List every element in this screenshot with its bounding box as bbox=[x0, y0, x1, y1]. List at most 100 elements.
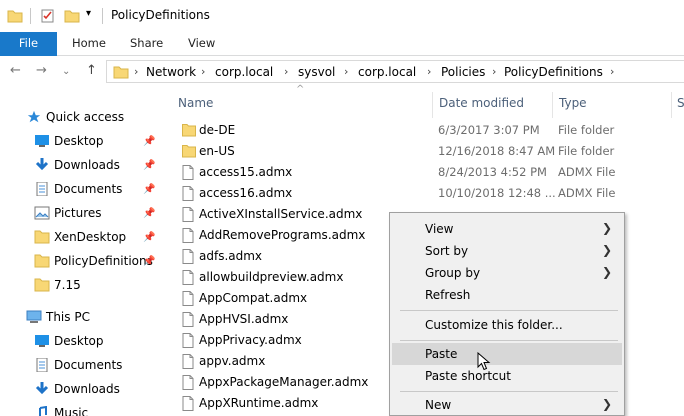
column-divider[interactable] bbox=[432, 92, 433, 118]
breadcrumb-sysvol[interactable]: sysvol bbox=[298, 65, 335, 79]
pin-icon[interactable]: 📌 bbox=[143, 136, 155, 147]
breadcrumb-corp-local-2[interactable]: corp.local bbox=[358, 65, 416, 79]
breadcrumb-chevron-icon[interactable]: › bbox=[344, 65, 348, 78]
column-header-size[interactable]: S bbox=[677, 92, 684, 114]
customize-toolbar-chevron-icon[interactable]: ▾ bbox=[86, 8, 91, 19]
up-arrow-icon[interactable]: ↑ bbox=[86, 63, 97, 78]
submenu-arrow-icon: ❯ bbox=[601, 243, 612, 257]
mouse-pointer-icon bbox=[477, 352, 491, 371]
file-date-modified: 6/3/2017 3:07 PM bbox=[438, 123, 540, 137]
navigation-pane: Quick access Desktop 📌 Downloads 📌 Docum… bbox=[0, 87, 160, 416]
music-icon bbox=[39, 406, 47, 416]
downloads-icon bbox=[35, 158, 49, 171]
menu-item-refresh[interactable]: Refresh bbox=[392, 284, 622, 306]
file-icon bbox=[182, 270, 194, 288]
breadcrumb-policies[interactable]: Policies bbox=[441, 65, 485, 79]
breadcrumb-chevron-icon[interactable]: › bbox=[427, 65, 431, 78]
pictures-icon bbox=[34, 206, 50, 220]
file-name: access16.admx bbox=[199, 186, 293, 200]
file-icon bbox=[182, 312, 194, 330]
column-divider[interactable] bbox=[552, 92, 553, 118]
file-name: de-DE bbox=[199, 123, 236, 137]
file-name: AppHVSI.admx bbox=[199, 312, 289, 326]
menu-item-paste[interactable]: Paste bbox=[392, 343, 622, 365]
file-icon bbox=[182, 375, 194, 393]
sort-ascending-icon: ^ bbox=[296, 84, 305, 95]
file-row[interactable]: access15.admx 8/24/2013 4:52 PM ADMX File bbox=[180, 162, 684, 183]
file-icon bbox=[182, 291, 194, 309]
file-name: AppPrivacy.admx bbox=[199, 333, 302, 347]
forward-arrow-icon[interactable]: → bbox=[36, 63, 47, 78]
breadcrumb-chevron-icon[interactable]: › bbox=[134, 65, 138, 78]
column-divider[interactable] bbox=[671, 92, 672, 118]
folder-icon bbox=[34, 254, 50, 268]
file-name: adfs.admx bbox=[199, 249, 263, 263]
tab-share[interactable]: Share bbox=[130, 32, 163, 56]
file-type: File folder bbox=[558, 123, 615, 137]
file-name: AppXRuntime.admx bbox=[199, 396, 319, 410]
properties-icon[interactable] bbox=[40, 8, 56, 24]
tab-home[interactable]: Home bbox=[72, 32, 106, 56]
breadcrumb-chevron-icon[interactable]: › bbox=[201, 65, 205, 78]
menu-item-sort-by[interactable]: Sort by ❯ bbox=[392, 240, 622, 262]
star-icon bbox=[27, 110, 41, 123]
window-title: PolicyDefinitions bbox=[111, 8, 210, 22]
pin-icon[interactable]: 📌 bbox=[143, 208, 155, 219]
breadcrumb-corp-local[interactable]: corp.local bbox=[215, 65, 273, 79]
file-name: en-US bbox=[199, 144, 235, 158]
column-header-type[interactable]: Type bbox=[559, 92, 587, 114]
folder-icon bbox=[113, 66, 129, 79]
context-menu: View ❯ Sort by ❯ Group by ❯ Refresh Cust… bbox=[389, 212, 625, 416]
folder-icon bbox=[34, 278, 50, 292]
breadcrumb-chevron-icon[interactable]: › bbox=[284, 65, 288, 78]
menu-item-customize-folder[interactable]: Customize this folder... bbox=[392, 314, 622, 336]
recent-locations-chevron-icon[interactable]: ⌄ bbox=[62, 66, 70, 77]
documents-icon bbox=[36, 358, 48, 372]
computer-icon bbox=[26, 310, 42, 323]
documents-icon bbox=[36, 182, 48, 196]
new-folder-icon[interactable] bbox=[64, 8, 80, 24]
menu-item-view[interactable]: View ❯ bbox=[392, 218, 622, 240]
menu-item-new[interactable]: New ❯ bbox=[392, 394, 622, 416]
file-row[interactable]: de-DE 6/3/2017 3:07 PM File folder bbox=[180, 120, 684, 141]
pin-icon[interactable]: 📌 bbox=[143, 256, 155, 267]
breadcrumb-network[interactable]: Network bbox=[146, 65, 196, 79]
file-row[interactable]: access16.admx 10/10/2018 12:48 ... ADMX Fi… bbox=[180, 183, 684, 204]
tab-file[interactable]: File bbox=[0, 32, 57, 56]
submenu-arrow-icon: ❯ bbox=[601, 221, 612, 235]
column-header-date[interactable]: Date modified bbox=[439, 92, 524, 114]
file-date-modified: 10/10/2018 12:48 ... bbox=[438, 186, 556, 200]
file-type: ADMX File bbox=[558, 165, 616, 179]
file-icon bbox=[182, 165, 194, 183]
title-bar: ▾ PolicyDefinitions bbox=[0, 0, 684, 32]
downloads-icon bbox=[35, 382, 49, 395]
pin-icon[interactable]: 📌 bbox=[143, 160, 155, 171]
pin-icon[interactable]: 📌 bbox=[143, 184, 155, 195]
tab-view[interactable]: View bbox=[188, 32, 215, 56]
submenu-arrow-icon: ❯ bbox=[601, 265, 612, 279]
back-arrow-icon[interactable]: ← bbox=[10, 63, 21, 78]
file-type: File folder bbox=[558, 144, 615, 158]
file-name: AppxPackageManager.admx bbox=[199, 375, 369, 389]
menu-item-group-by[interactable]: Group by ❯ bbox=[392, 262, 622, 284]
menu-separator bbox=[400, 310, 618, 311]
address-bar[interactable]: › Network › corp.local › sysvol › corp.l… bbox=[106, 60, 684, 83]
file-name: AddRemovePrograms.admx bbox=[199, 228, 366, 242]
breadcrumb-policydefinitions[interactable]: PolicyDefinitions bbox=[504, 65, 603, 79]
menu-separator bbox=[400, 340, 618, 341]
title-separator bbox=[102, 8, 103, 24]
file-name: appv.admx bbox=[199, 354, 266, 368]
file-name: allowbuildpreview.admx bbox=[199, 270, 344, 284]
file-icon bbox=[182, 354, 194, 372]
menu-item-paste-shortcut[interactable]: Paste shortcut bbox=[392, 365, 622, 387]
breadcrumb-chevron-icon[interactable]: › bbox=[610, 65, 614, 78]
file-type: ADMX File bbox=[558, 186, 616, 200]
file-icon bbox=[182, 396, 194, 414]
pin-icon[interactable]: 📌 bbox=[143, 232, 155, 243]
breadcrumb-chevron-icon[interactable]: › bbox=[492, 65, 496, 78]
file-row[interactable]: en-US 12/16/2018 8:47 AM File folder bbox=[180, 141, 684, 162]
submenu-arrow-icon: ❯ bbox=[601, 397, 612, 411]
file-icon bbox=[182, 249, 194, 267]
desktop-icon bbox=[35, 335, 49, 347]
column-header-name[interactable]: Name bbox=[178, 92, 213, 114]
